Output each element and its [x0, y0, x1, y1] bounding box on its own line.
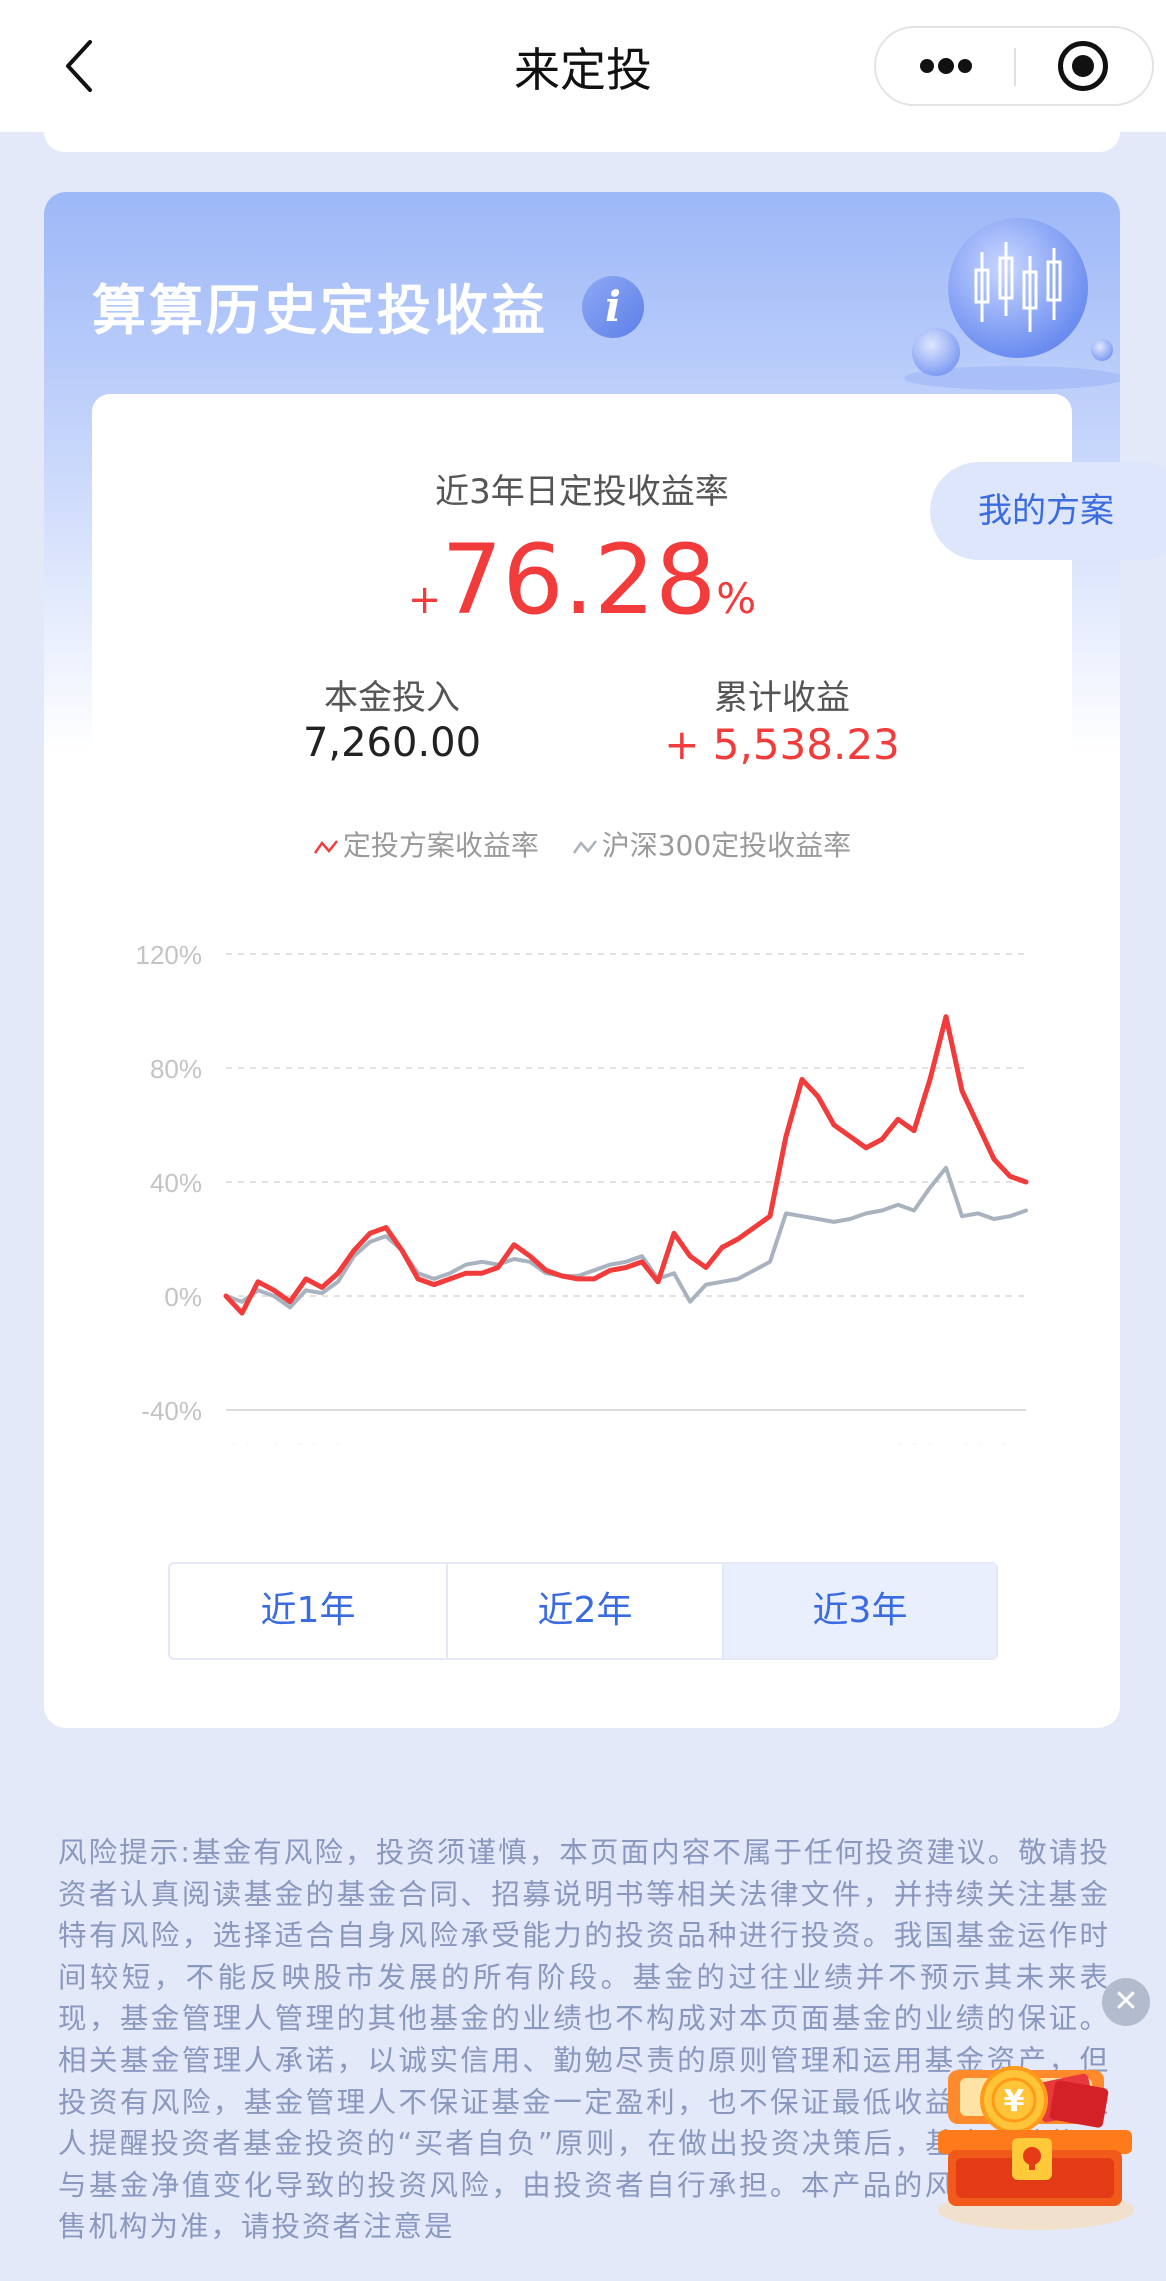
- candlestick-orb-icon: [904, 218, 1120, 390]
- close-promo-icon[interactable]: ✕: [1102, 1978, 1150, 2026]
- return-rate-unit: %: [716, 574, 757, 623]
- legend-label-plan: 定投方案收益率: [342, 829, 539, 862]
- y-tick-label: 40%: [150, 1168, 202, 1198]
- close-mini-program-icon[interactable]: [1016, 28, 1152, 104]
- result-panel: 近3年日定投收益率 +76.28% 本金投入 7,260.00 累计收益 + 5…: [92, 394, 1072, 1660]
- page: 来定投 算算历史定投收益 i 近3年日定投收益率 +76.28% 本金投入 7,…: [0, 0, 1166, 2281]
- return-rate: +76.28%: [92, 524, 1072, 636]
- tab-2-years[interactable]: 近2年: [448, 1564, 722, 1658]
- history-return-card: 算算历史定投收益 i 近3年日定投收益率 +76.28% 本金投入 7,260.…: [44, 192, 1120, 1728]
- previous-card-edge: [44, 120, 1120, 152]
- return-rate-sign: +: [407, 577, 442, 623]
- return-rate-value: 76.28: [441, 524, 717, 636]
- card-title: 算算历史定投收益: [92, 279, 548, 342]
- y-tick-label: -40%: [141, 1396, 202, 1426]
- series-line-benchmark: [224, 1165, 1028, 1310]
- principal-value: 7,260.00: [302, 720, 482, 766]
- treasure-chest-icon[interactable]: ¥: [926, 2034, 1146, 2234]
- info-icon[interactable]: i: [582, 276, 644, 338]
- period-selector: 近1年 近2年 近3年: [168, 1562, 998, 1660]
- more-icon[interactable]: [876, 28, 1014, 104]
- legend-line-icon-plan: [313, 840, 338, 854]
- tab-3-years[interactable]: 近3年: [724, 1564, 996, 1658]
- tab-1-year[interactable]: 近1年: [170, 1564, 446, 1658]
- return-line-chart: 120% 80% 40% 0% -40% 2018-09-28 2021-09-24: [136, 940, 1029, 1444]
- profit-label: 累计收益: [714, 678, 850, 718]
- mini-program-capsule: [874, 26, 1154, 106]
- legend-item-plan: 定投方案收益率: [313, 824, 539, 864]
- legend-label-benchmark: 沪深300定投收益率: [601, 829, 852, 862]
- x-tick-label-start: 2018-09-28: [226, 1438, 359, 1444]
- y-tick-label: 120%: [136, 940, 203, 970]
- profit-value: + 5,538.23: [664, 720, 900, 769]
- nav-bar: 来定投: [0, 0, 1166, 132]
- y-tick-label: 0%: [164, 1282, 202, 1312]
- y-tick-label: 80%: [150, 1054, 202, 1084]
- svg-text:¥: ¥: [1004, 2084, 1025, 2119]
- x-tick-label-end: 2021-09-24: [893, 1438, 1026, 1444]
- my-plan-button[interactable]: 我的方案: [930, 462, 1166, 560]
- principal-label: 本金投入: [324, 678, 460, 718]
- rate-label: 近3年日定投收益率: [435, 472, 729, 512]
- chart-legend: 定投方案收益率 沪深300定投收益率: [92, 824, 1072, 864]
- legend-line-icon-benchmark: [572, 840, 597, 854]
- legend-item-benchmark: 沪深300定投收益率: [572, 824, 851, 864]
